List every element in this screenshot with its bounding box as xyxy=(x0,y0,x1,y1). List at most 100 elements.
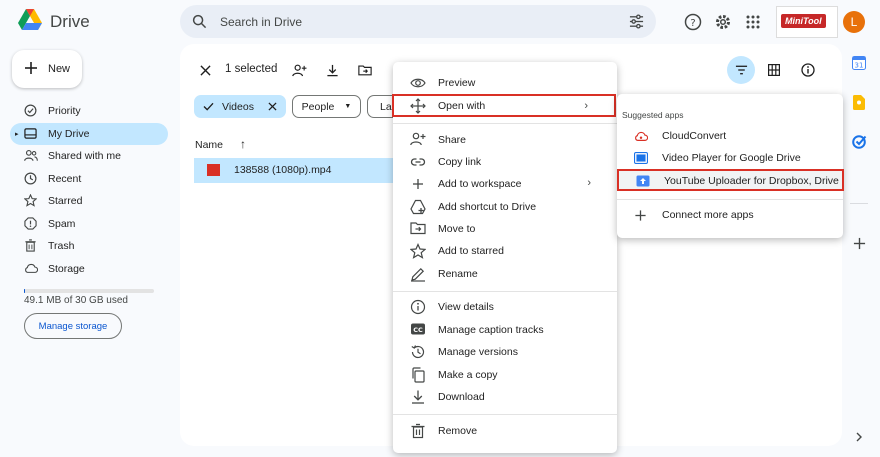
grid-view-icon[interactable] xyxy=(760,56,788,84)
manage-storage-button[interactable]: Manage storage xyxy=(24,313,122,339)
menu-item-add-to-workspace[interactable]: Add to workspace › xyxy=(393,173,617,195)
eye-icon xyxy=(410,75,426,91)
menu-item-label: Copy link xyxy=(438,156,482,168)
storage-usage-text: 49.1 MB of 30 GB used xyxy=(24,295,128,306)
menu-item-manage-caption-tracks[interactable]: CC Manage caption tracks xyxy=(393,319,617,341)
open-with-submenu: Suggested apps CloudConvert Video Player… xyxy=(617,94,844,238)
connect-more-apps-label: Connect more apps xyxy=(662,209,754,221)
menu-item-label: Make a copy xyxy=(438,369,498,381)
calendar-icon[interactable]: 31 xyxy=(848,52,870,74)
star-icon xyxy=(24,194,37,207)
file-row[interactable]: 138588 (1080p).mp4 xyxy=(194,158,394,183)
keep-notes-icon[interactable] xyxy=(848,91,870,113)
sidebar-item-label: Recent xyxy=(48,173,82,185)
chevron-down-icon: ▼ xyxy=(344,103,352,110)
move-arrows-icon xyxy=(410,98,426,114)
sidebar-item-label: Trash xyxy=(48,240,75,252)
menu-item-label: Add to starred xyxy=(438,245,504,257)
search-icon[interactable] xyxy=(192,14,207,29)
name-column-header[interactable]: Name ↑ xyxy=(195,137,246,151)
menu-item-download[interactable]: Download xyxy=(393,386,617,408)
menu-item-add-to-starred[interactable]: Add to starred xyxy=(393,240,617,262)
filter-chip-people[interactable]: People ▼ xyxy=(292,95,361,118)
menu-item-manage-versions[interactable]: Manage versions xyxy=(393,341,617,363)
svg-text:CC: CC xyxy=(413,326,423,334)
sidebar-item-label: My Drive xyxy=(48,128,90,140)
tasks-icon[interactable] xyxy=(848,130,870,152)
chevron-right-icon[interactable] xyxy=(848,426,870,448)
menu-divider xyxy=(393,123,617,124)
download-icon[interactable] xyxy=(322,60,342,80)
menu-item-remove[interactable]: Remove xyxy=(393,420,617,442)
app-item-youtube-uploader[interactable]: YouTube Uploader for Dropbox, Drive xyxy=(617,169,844,191)
submenu-chevron-right-icon: › xyxy=(584,100,588,112)
settings-gear-icon[interactable] xyxy=(712,11,734,33)
closed-caption-icon: CC xyxy=(410,322,426,338)
trash-icon xyxy=(410,423,426,439)
menu-item-share[interactable]: Share xyxy=(393,129,617,151)
sidebar-item-recent[interactable]: Recent xyxy=(10,168,168,190)
trash-icon xyxy=(24,239,37,252)
menu-item-view-details[interactable]: View details xyxy=(393,296,617,318)
check-icon xyxy=(203,102,214,111)
new-button[interactable]: New xyxy=(12,50,82,88)
account-avatar[interactable]: L xyxy=(843,11,865,33)
svg-text:?: ? xyxy=(690,18,695,29)
menu-item-make-a-copy[interactable]: Make a copy xyxy=(393,364,617,386)
expand-caret-icon[interactable]: ▸ xyxy=(15,130,19,138)
sidebar-item-label: Spam xyxy=(48,218,76,230)
app-item-label: YouTube Uploader for Dropbox, Drive xyxy=(664,175,839,187)
menu-item-open-with[interactable]: Open with › xyxy=(392,94,616,117)
menu-item-label: Download xyxy=(438,391,485,403)
menu-item-move-to[interactable]: Move to xyxy=(393,218,617,240)
file-name: 138588 (1080p).mp4 xyxy=(234,164,332,176)
clear-selection-close-icon[interactable] xyxy=(195,60,215,80)
details-info-icon[interactable] xyxy=(794,56,822,84)
app-item-cloudconvert[interactable]: CloudConvert xyxy=(617,125,843,147)
help-icon[interactable]: ? xyxy=(682,11,704,33)
share-add-person-icon[interactable] xyxy=(289,60,309,80)
sidebar-item-storage[interactable]: Storage xyxy=(10,258,168,280)
menu-item-label: Add to workspace xyxy=(438,178,522,190)
menu-divider xyxy=(393,291,617,292)
move-to-folder-icon[interactable] xyxy=(355,60,375,80)
share-person-add-icon xyxy=(410,132,426,148)
get-add-ons-plus-icon[interactable] xyxy=(848,232,870,254)
remove-filter-close-icon[interactable] xyxy=(268,102,277,111)
menu-item-label: Manage caption tracks xyxy=(438,324,544,336)
sidebar-item-spam[interactable]: Spam xyxy=(10,213,168,235)
app-item-video-player[interactable]: Video Player for Google Drive xyxy=(617,147,843,169)
search-options-icon[interactable] xyxy=(629,14,644,29)
menu-item-label: View details xyxy=(438,301,494,313)
sidebar-item-my-drive[interactable]: ▸ My Drive xyxy=(10,123,168,145)
sidebar-item-trash[interactable]: Trash xyxy=(10,235,168,257)
minitool-badge-text: MiniTool xyxy=(781,14,826,28)
priority-icon xyxy=(24,104,37,117)
search-input[interactable]: Search in Drive xyxy=(220,15,302,29)
youtube-uploader-icon xyxy=(636,175,650,187)
sidebar-item-priority[interactable]: Priority xyxy=(10,100,168,122)
menu-item-rename[interactable]: Rename xyxy=(393,263,617,285)
drive-logo-icon[interactable] xyxy=(18,9,42,33)
apps-grid-icon[interactable] xyxy=(742,11,764,33)
menu-item-label: Open with xyxy=(438,100,486,112)
sidebar-item-starred[interactable]: Starred xyxy=(10,190,168,212)
cloudconvert-icon xyxy=(634,130,648,142)
sidebar-item-shared[interactable]: Shared with me xyxy=(10,145,168,167)
plus-icon xyxy=(410,176,426,192)
submenu-chevron-right-icon: › xyxy=(587,177,591,189)
menu-item-label: Add shortcut to Drive xyxy=(438,201,537,213)
sort-arrow-up-icon[interactable]: ↑ xyxy=(240,137,246,151)
menu-item-preview[interactable]: Preview xyxy=(393,72,617,94)
sidebar-item-label: Storage xyxy=(48,263,85,275)
plus-icon xyxy=(634,209,648,221)
menu-item-copy-link[interactable]: Copy link xyxy=(393,151,617,173)
filter-view-icon[interactable] xyxy=(727,56,755,84)
menu-item-label: Manage versions xyxy=(438,346,518,358)
search-bar[interactable]: Search in Drive xyxy=(180,5,656,38)
menu-item-add-shortcut[interactable]: Add shortcut to Drive xyxy=(393,196,617,218)
menu-divider xyxy=(393,414,617,415)
filter-chip-videos[interactable]: Videos xyxy=(194,95,286,118)
info-icon xyxy=(410,299,426,315)
connect-more-apps[interactable]: Connect more apps xyxy=(617,204,843,226)
